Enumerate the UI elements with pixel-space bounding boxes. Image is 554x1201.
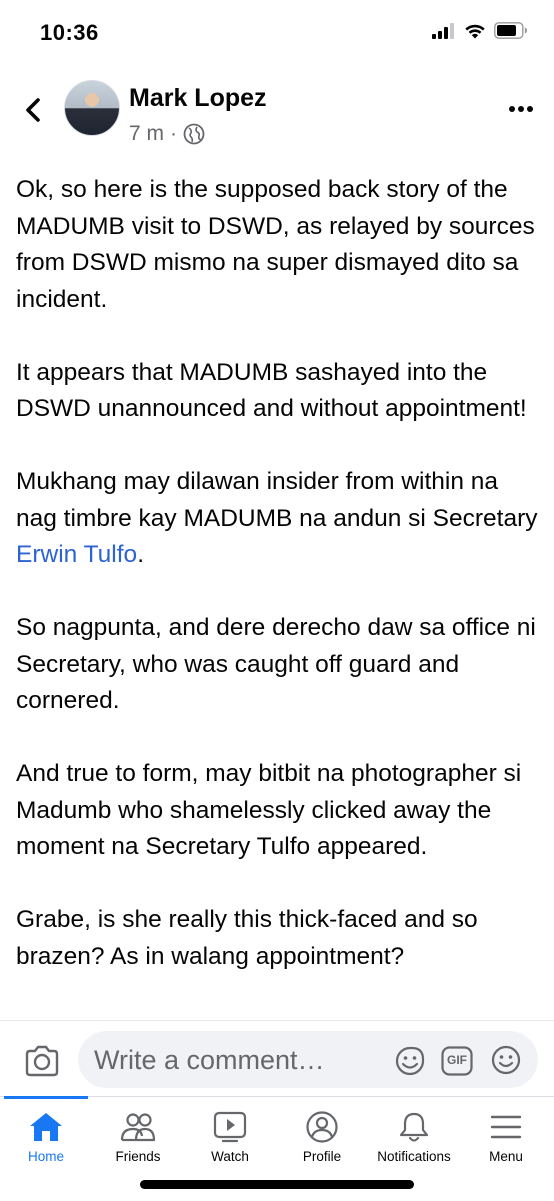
home-indicator [140,1180,414,1189]
emoji-button[interactable] [490,1044,522,1076]
post-paragraph: It appears that MADUMB sashayed into the… [16,358,527,423]
sticker-icon [395,1046,425,1076]
tab-label: Menu [489,1149,523,1164]
author-avatar[interactable] [64,80,120,136]
more-dots-icon [509,106,533,112]
home-icon [30,1113,62,1141]
post-paragraph: So nagpunta, and dere derecho daw sa off… [16,614,536,714]
camera-button[interactable] [24,1045,60,1077]
chevron-left-icon [26,98,40,122]
post-paragraph: Ok, so here is the supposed back story o… [16,176,535,313]
meta-separator: · [170,122,178,145]
status-bar: 10:36 [0,0,554,62]
tab-friends[interactable]: Friends [92,1111,184,1164]
comment-placeholder: Write a comment… [94,1045,325,1075]
status-time: 10:36 [40,20,99,45]
post-time[interactable]: 7 m [129,122,164,146]
globe-icon [183,123,205,145]
comment-input[interactable]: Write a comment… GIF [78,1031,538,1088]
watch-icon [213,1111,247,1143]
battery-icon [494,22,527,39]
cellular-signal-icon [432,22,454,39]
tab-notifications[interactable]: Notifications [368,1111,460,1164]
sticker-button[interactable] [394,1045,426,1077]
paragraph-text: . [137,541,144,568]
more-options-button[interactable] [508,101,534,112]
tab-watch[interactable]: Watch [184,1111,276,1164]
status-icons [432,22,528,39]
gif-button[interactable]: GIF [441,1046,473,1076]
mention-link[interactable]: Erwin Tulfo [16,541,137,568]
active-tab-indicator [4,1096,88,1099]
back-button[interactable] [18,92,48,126]
post-body: Ok, so here is the supposed back story o… [16,172,544,1012]
author-name[interactable]: Mark Lopez [129,84,267,113]
comment-bar: Write a comment… GIF [0,1020,554,1097]
tab-label: Home [27,1149,64,1164]
post-paragraph: And true to form, may bitbit na photogra… [16,760,522,860]
post-paragraph: Mukhang may dilawan insider from within … [16,464,544,574]
tab-bar: Home Friends Watch Profile Notifications… [0,1096,554,1201]
camera-icon [25,1045,59,1077]
tab-label: Profile [302,1149,342,1164]
gif-label: GIF [447,1053,467,1067]
tab-profile[interactable]: Profile [276,1111,368,1164]
menu-icon [490,1115,522,1139]
tab-label: Notifications [377,1149,451,1164]
wifi-icon [465,24,485,38]
post-meta: 7 m · [129,122,205,146]
tab-label: Friends [115,1149,161,1164]
post-paragraph: Grabe, is she really this thick-faced an… [16,906,478,970]
friends-icon [120,1113,156,1142]
emoji-icon [491,1045,521,1075]
paragraph-text: Mukhang may dilawan insider from within … [16,468,538,532]
profile-icon [306,1111,338,1143]
tab-label: Watch [211,1149,249,1164]
bell-icon [399,1112,429,1142]
tab-home[interactable]: Home [0,1111,92,1164]
tab-menu[interactable]: Menu [460,1111,552,1164]
post-header: Mark Lopez 7 m · [0,76,554,156]
